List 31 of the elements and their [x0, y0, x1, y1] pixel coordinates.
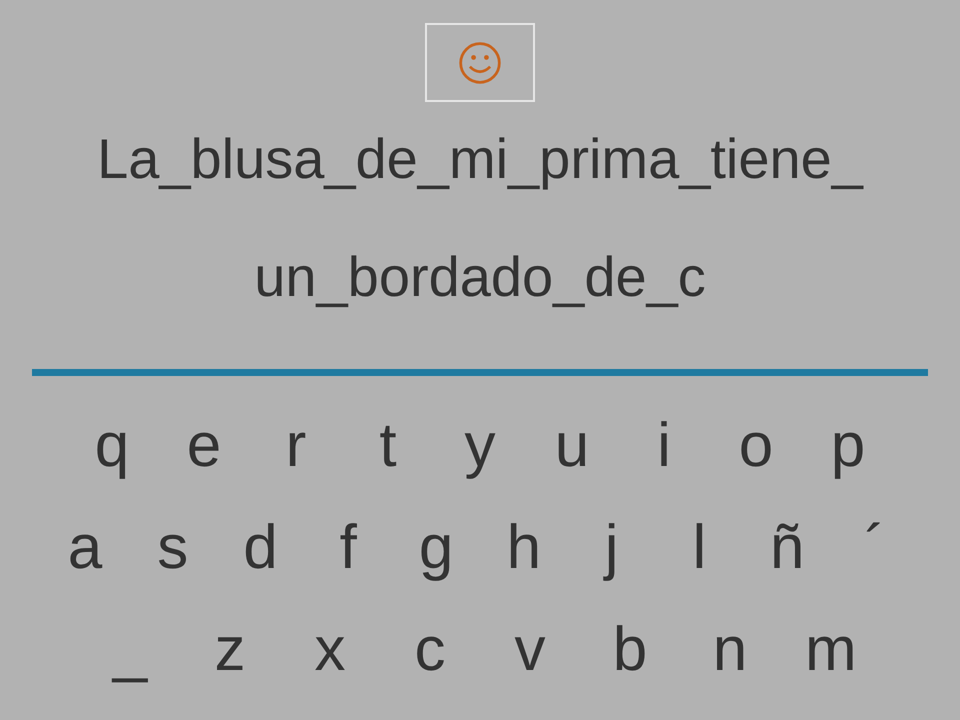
- letter-key[interactable]: d: [236, 513, 286, 583]
- smiley-button[interactable]: [425, 23, 535, 102]
- letter-key[interactable]: ñ: [762, 513, 812, 583]
- sentence-text: La_blusa_de_mi_prima_tiene_: [97, 129, 863, 189]
- smiley-icon: [457, 40, 503, 86]
- letter-key[interactable]: a: [60, 513, 110, 583]
- letter-key[interactable]: n: [705, 615, 755, 685]
- letter-key[interactable]: i: [639, 411, 689, 481]
- letter-key[interactable]: v: [505, 615, 555, 685]
- letter-key[interactable]: s: [148, 513, 198, 583]
- letter-key[interactable]: f: [323, 513, 374, 583]
- letter-key[interactable]: p: [823, 411, 873, 481]
- letter-key[interactable]: e: [179, 411, 229, 481]
- letter-key[interactable]: g: [411, 513, 462, 583]
- letter-key[interactable]: x: [305, 615, 355, 685]
- letter-key[interactable]: b: [605, 615, 655, 685]
- letter-key[interactable]: _: [105, 615, 155, 685]
- letter-key[interactable]: t: [363, 411, 413, 481]
- letter-key[interactable]: j: [586, 513, 637, 583]
- letter-key[interactable]: q: [87, 411, 137, 481]
- letter-key[interactable]: l: [674, 513, 724, 583]
- letter-key[interactable]: u: [547, 411, 597, 481]
- letter-key[interactable]: h: [498, 513, 549, 583]
- letter-key[interactable]: y: [455, 411, 505, 481]
- letter-key[interactable]: o: [731, 411, 781, 481]
- letter-key[interactable]: m: [805, 615, 855, 685]
- letter-key[interactable]: ´: [850, 513, 900, 583]
- letter-key[interactable]: r: [271, 411, 321, 481]
- letter-key[interactable]: c: [405, 615, 455, 685]
- sentence-text: un_bordado_de_c: [254, 247, 706, 307]
- letter-key[interactable]: z: [205, 615, 255, 685]
